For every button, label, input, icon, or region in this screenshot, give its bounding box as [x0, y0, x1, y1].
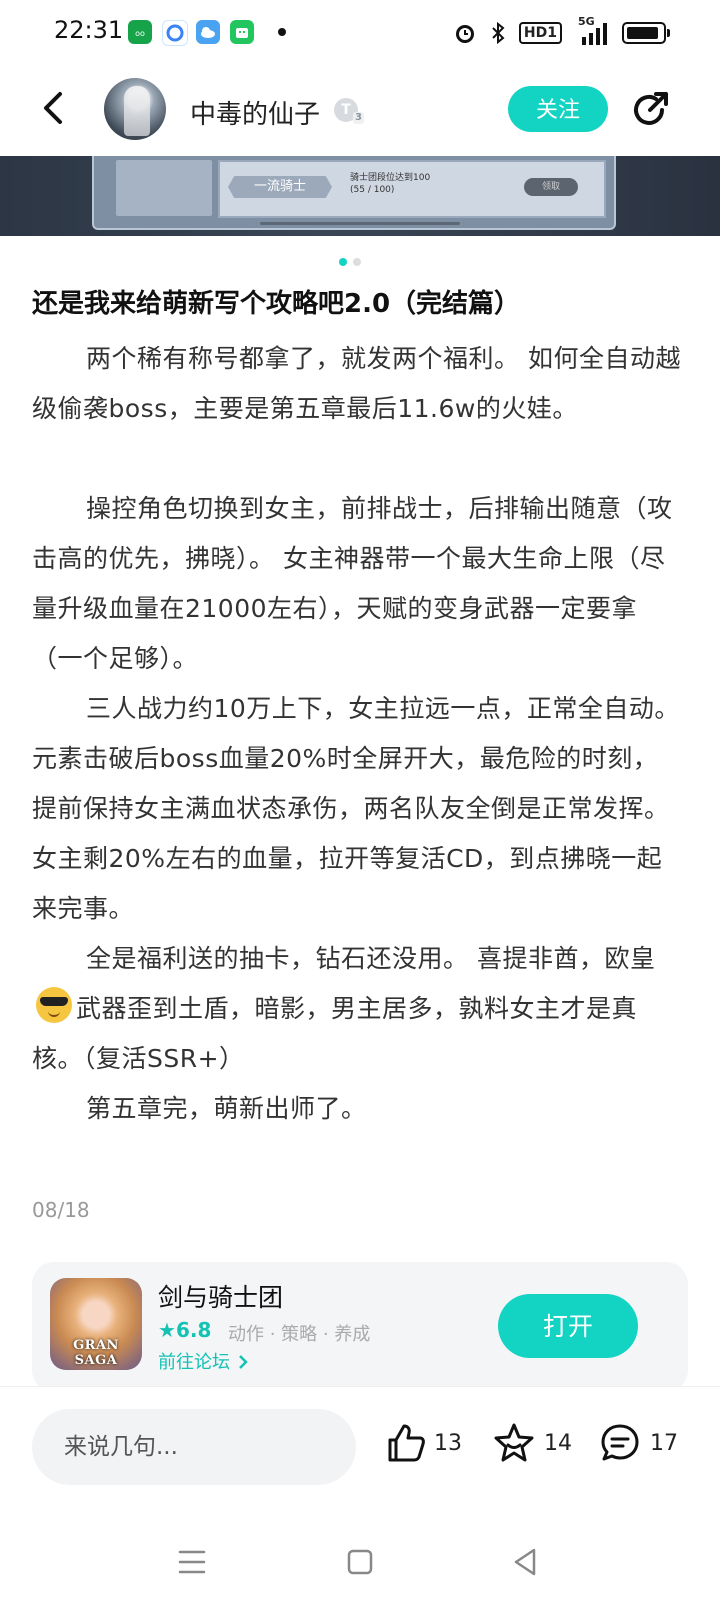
notification-dot	[278, 28, 286, 36]
store-icon	[230, 20, 254, 44]
claim-button: 领取	[524, 178, 578, 196]
carousel-dot-active	[339, 258, 347, 266]
forum-link[interactable]: 前往论坛	[158, 1348, 250, 1374]
status-right: HD1 5G	[453, 15, 670, 48]
author-avatar[interactable]	[104, 78, 166, 140]
alarm-icon	[455, 25, 474, 43]
post-paragraph: 操控角色切换到女主，前排战士，后排输出随意（攻击高的优先，拂晓）。 女主神器带一…	[32, 494, 673, 673]
post-paragraph-part: 全是福利送的抽卡，钻石还没用。 喜提非酋，欧皇	[86, 944, 656, 973]
post-paragraph-part: 武器歪到土盾，暗影，男主居多，孰料女主才是真核。（复活SSR+）	[32, 994, 638, 1073]
cool-face-emoji-icon	[36, 987, 72, 1023]
post-image-carousel[interactable]: 一流骑士 骑士团段位达到100 (55 / 100) 领取	[0, 156, 720, 236]
level-badge: T 3	[334, 98, 364, 124]
browser-icon	[162, 20, 188, 46]
achievement-desc-line1: 骑士团段位达到100	[350, 173, 431, 183]
open-game-button[interactable]: 打开	[498, 1294, 638, 1358]
system-nav-bar	[0, 1506, 720, 1612]
share-icon	[634, 92, 668, 125]
achievement-row: 一流骑士 骑士团段位达到100 (55 / 100) 领取	[218, 160, 606, 218]
menu-nav-button[interactable]	[176, 1546, 208, 1578]
carousel-dot	[353, 258, 361, 266]
post-header: 中毒的仙子 T 3 关注	[0, 66, 720, 156]
follow-button[interactable]: 关注	[508, 86, 608, 132]
author-name[interactable]: 中毒的仙子	[190, 94, 320, 131]
game-tags: 动作 · 策略 · 养成	[228, 1324, 371, 1345]
share-button[interactable]	[628, 88, 672, 132]
level-letter: T	[341, 102, 351, 118]
like-button[interactable]: 13	[384, 1421, 462, 1465]
post-paragraph: 第五章完，萌新出师了。	[86, 1094, 367, 1123]
signal-icon: 5G	[574, 15, 610, 47]
post-paragraph-with-emoji: 全是福利送的抽卡，钻石还没用。 喜提非酋，欧皇武器歪到土盾，暗影，男主居多，孰料…	[32, 934, 682, 1084]
status-time: 22:31	[54, 16, 124, 44]
home-nav-button[interactable]	[344, 1546, 376, 1578]
post-paragraph: 两个稀有称号都拿了，就发两个福利。 如何全自动越级偷袭boss，主要是第五章最后…	[32, 344, 681, 423]
achievement-desc-line2: (55 / 100)	[350, 185, 395, 195]
chevron-right-icon	[238, 1355, 248, 1369]
bluetooth-icon	[492, 21, 505, 45]
star-outline-icon	[494, 1423, 534, 1462]
chevron-left-icon	[44, 92, 62, 124]
status-bar: 22:31 oo HD1 5G	[0, 0, 720, 66]
card-emblem	[116, 160, 212, 216]
post-date: 08/18	[32, 1198, 90, 1222]
comment-icon	[601, 1424, 639, 1461]
game-rating-value: 6.8	[175, 1318, 212, 1342]
post-blank-line	[32, 434, 682, 484]
game-card[interactable]: GRAN SAGA 剑与骑士团 ★6.8 动作 · 策略 · 养成 前往论坛 打…	[32, 1262, 688, 1392]
post-paragraph: 三人战力约10万上下，女主拉远一点，正常全自动。元素击破后boss血量20%时全…	[32, 694, 680, 923]
favorite-count: 14	[544, 1430, 572, 1456]
thumbs-up-icon	[388, 1424, 425, 1462]
game-name[interactable]: 剑与骑士团	[158, 1278, 283, 1314]
game-icon[interactable]: GRAN SAGA	[50, 1278, 142, 1370]
banner-divider	[260, 222, 460, 225]
post-body: 两个稀有称号都拿了，就发两个福利。 如何全自动越级偷袭boss，主要是第五章最后…	[32, 334, 682, 1134]
svg-text:oo: oo	[135, 29, 145, 38]
home-square-icon	[347, 1549, 373, 1575]
carousel-indicator	[0, 256, 720, 266]
favorite-button[interactable]: 14	[492, 1421, 572, 1465]
post-title: 还是我来给萌新写个攻略吧2.0（完结篇）	[32, 289, 521, 319]
bottom-action-bar: 来说几句... 13 14 17	[0, 1386, 720, 1507]
game-rating: ★6.8	[158, 1318, 211, 1342]
achievement-card: 一流骑士 骑士团段位达到100 (55 / 100) 领取	[92, 156, 616, 230]
star-icon: ★	[158, 1318, 176, 1342]
hd-badge: HD1	[518, 22, 562, 44]
back-triangle-icon	[514, 1548, 536, 1576]
back-button[interactable]	[34, 86, 74, 130]
achievement-badge: 一流骑士	[228, 176, 332, 198]
achievement-desc: 骑士团段位达到100 (55 / 100)	[350, 172, 430, 196]
forum-link-label: 前往论坛	[158, 1352, 230, 1373]
oppo-app-icon: oo	[128, 20, 152, 44]
menu-icon	[178, 1550, 206, 1574]
comments-button[interactable]: 17	[598, 1421, 678, 1465]
weather-icon	[196, 20, 220, 44]
comment-count: 17	[650, 1430, 678, 1456]
comment-input[interactable]: 来说几句...	[32, 1409, 356, 1485]
battery-icon	[622, 22, 670, 44]
game-icon-logo: GRAN SAGA	[73, 1338, 119, 1368]
back-nav-button[interactable]	[510, 1546, 542, 1578]
level-number: 3	[353, 112, 364, 124]
like-count: 13	[434, 1430, 462, 1456]
